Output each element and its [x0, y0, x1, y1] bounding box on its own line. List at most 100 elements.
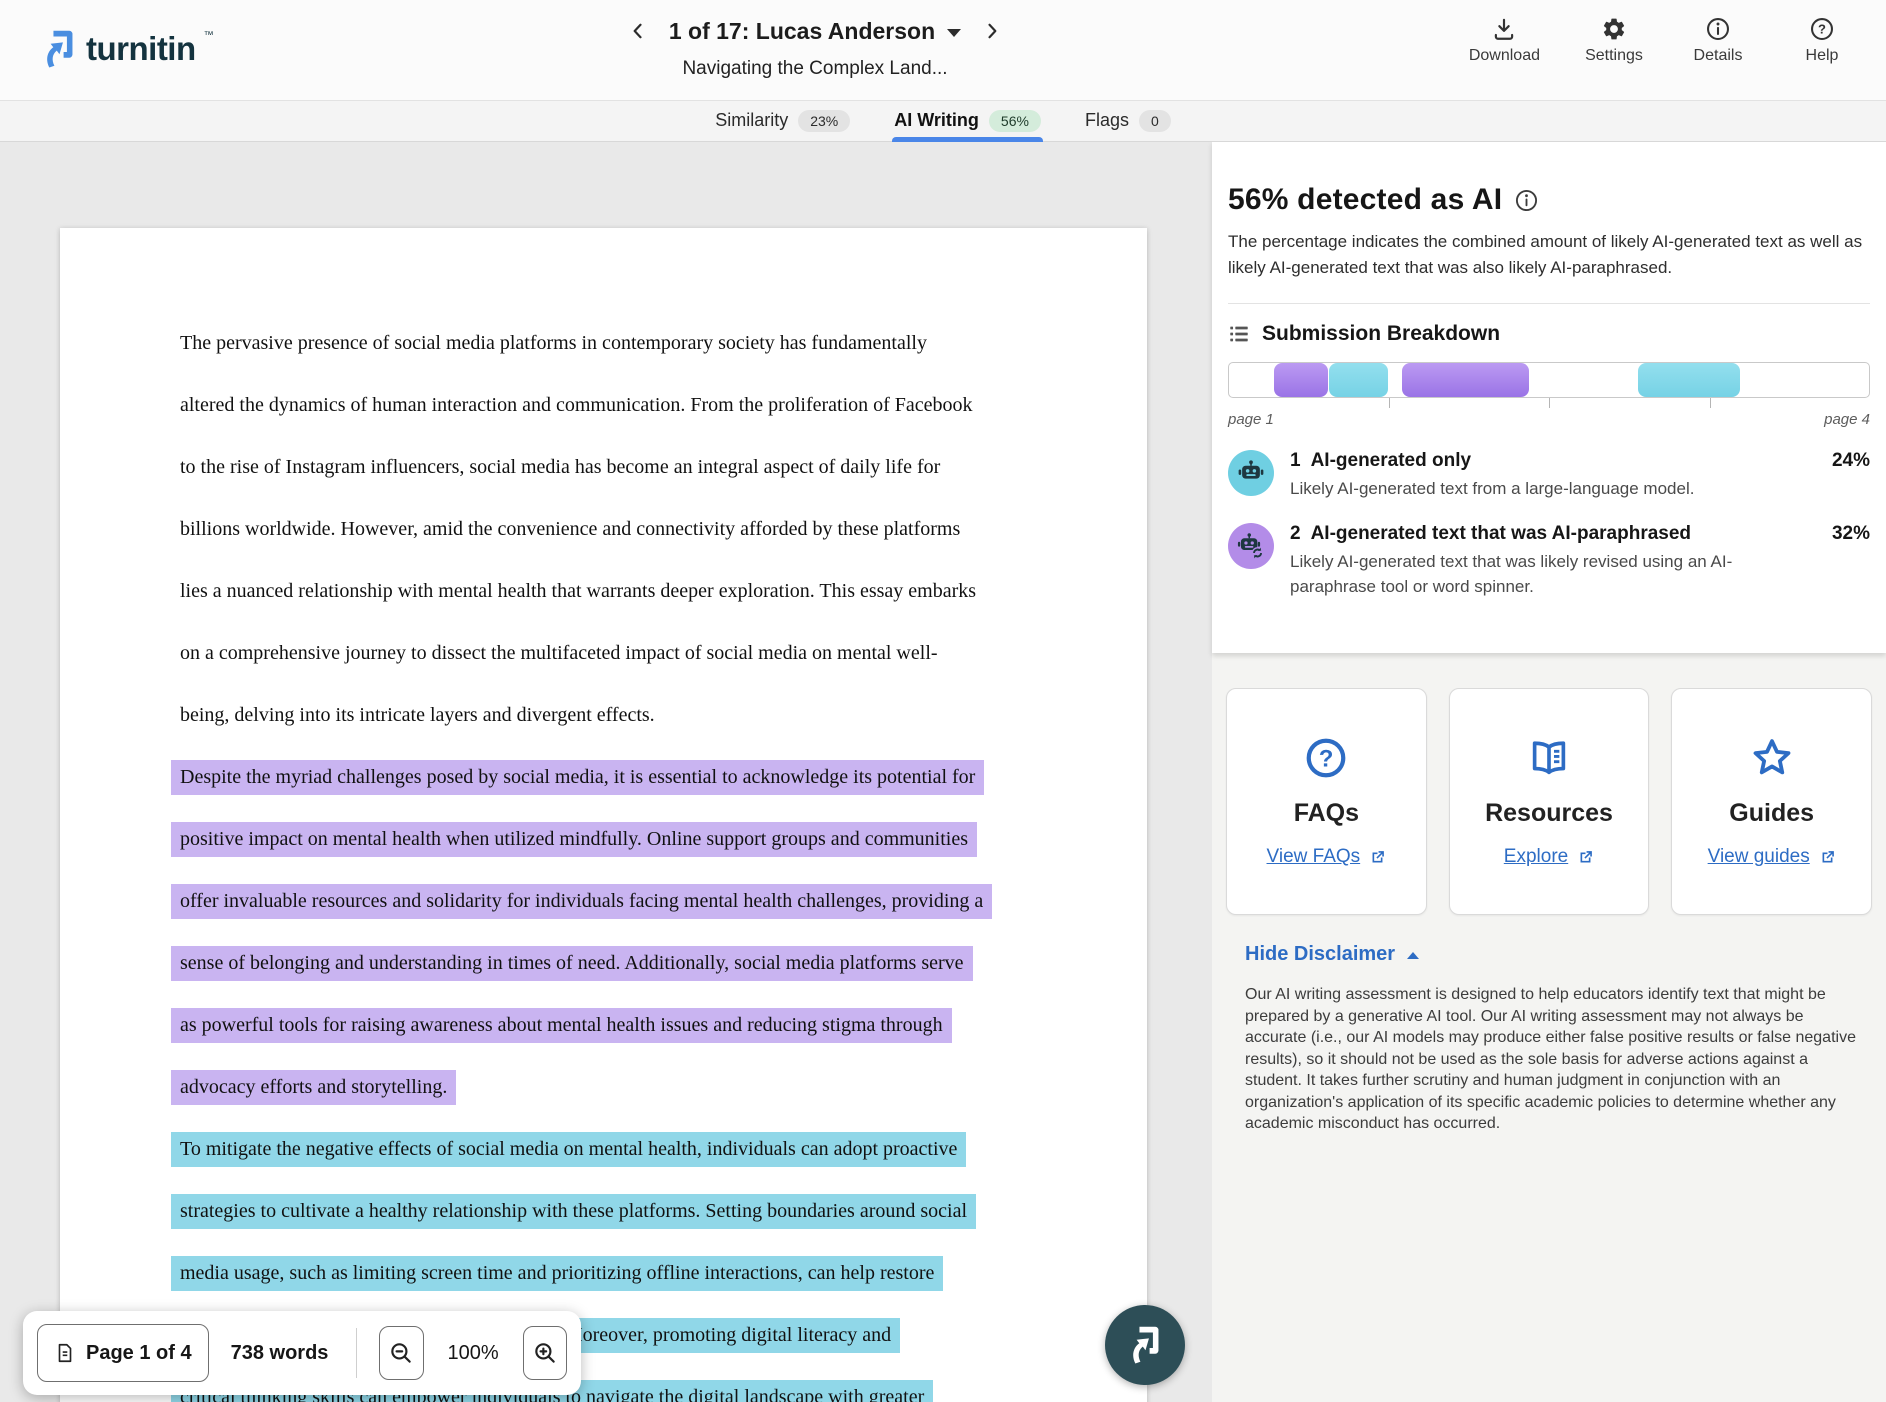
breakdown-item-percentage: 24% [1822, 450, 1870, 472]
tab-similarity-label: Similarity [715, 110, 788, 131]
turnitin-logo-icon [40, 28, 78, 70]
ai-highlighted-text-purple[interactable]: sense of belonging and understanding in … [171, 946, 973, 981]
document-text-block: The pervasive presence of social media p… [180, 312, 1100, 1402]
guides-card-title: Guides [1729, 799, 1814, 828]
tab-similarity[interactable]: Similarity 23% [713, 100, 852, 141]
details-button[interactable]: Details [1688, 16, 1748, 65]
report-tabbar: Similarity 23% AI Writing 56% Flags 0 [0, 100, 1886, 142]
document-line: lies a nuanced relationship with mental … [180, 560, 1100, 622]
ai-detection-title: 56% detected as AI [1228, 183, 1502, 217]
breakdown-bar-segment-purple[interactable] [1402, 363, 1529, 397]
download-button[interactable]: Download [1469, 16, 1540, 65]
ai-detection-card: 56% detected as AI The percentage indica… [1212, 141, 1886, 653]
document-line: positive impact on mental health when ut… [180, 808, 1100, 870]
gear-icon [1601, 16, 1627, 42]
page-start-label: page 1 [1228, 411, 1274, 428]
document-line: Despite the myriad challenges posed by s… [180, 746, 1100, 808]
page-indicator-button[interactable]: Page 1 of 4 [37, 1324, 209, 1382]
svg-text:?: ? [1319, 745, 1334, 772]
info-icon [1705, 16, 1731, 42]
ai-highlighted-text-cyan[interactable]: media usage, such as limiting screen tim… [171, 1256, 943, 1291]
document-line: billions worldwide. However, amid the co… [180, 498, 1100, 560]
document-viewer[interactable]: The pervasive presence of social media p… [0, 141, 1212, 1402]
ai-highlighted-text-cyan[interactable]: To mitigate the negative effects of soci… [171, 1132, 966, 1167]
zoom-in-button[interactable] [523, 1326, 567, 1380]
breakdown-item-title: AI-generated only [1311, 450, 1471, 472]
breakdown-item-ai-generated: 1 AI-generated only 24% Likely AI-genera… [1228, 450, 1870, 501]
flags-count-badge: 0 [1139, 110, 1171, 132]
question-circle-icon: ? [1303, 735, 1349, 781]
page-icon [54, 1342, 76, 1364]
page-tick [1710, 398, 1711, 408]
turnitin-logo[interactable]: turnitin ™ [40, 28, 214, 70]
breakdown-item-ai-paraphrased: 2 AI-generated text that was AI-paraphra… [1228, 523, 1870, 599]
turnitin-fab-button[interactable] [1105, 1305, 1185, 1385]
ai-highlighted-text-purple[interactable]: positive impact on mental health when ut… [171, 822, 977, 857]
explore-link[interactable]: Explore [1504, 846, 1594, 868]
zoom-level: 100% [448, 1342, 499, 1365]
divider [1228, 303, 1870, 304]
ai-highlighted-text-purple[interactable]: advocacy efforts and storytelling. [171, 1070, 456, 1105]
guides-card: Guides View guides [1671, 688, 1872, 915]
submission-title: Navigating the Complex Land... [580, 58, 1050, 80]
faqs-card: ? FAQs View FAQs [1226, 688, 1427, 915]
toolbar-divider [356, 1328, 357, 1378]
tab-flags-label: Flags [1085, 110, 1129, 131]
breakdown-bar-segment-cyan[interactable] [1638, 363, 1740, 397]
settings-label: Settings [1585, 47, 1643, 65]
submission-breakdown-title: Submission Breakdown [1262, 322, 1500, 346]
document-text: to the rise of Instagram influencers, so… [171, 450, 949, 485]
document-text: lies a nuanced relationship with mental … [171, 574, 985, 609]
document-text: being, delving into its intricate layers… [171, 698, 664, 733]
hide-disclaimer-toggle[interactable]: Hide Disclaimer [1245, 943, 1419, 966]
breakdown-bar-segment-cyan[interactable] [1329, 363, 1389, 397]
ai-highlighted-text-cyan[interactable]: strategies to cultivate a healthy relati… [171, 1194, 976, 1229]
document-line: advocacy efforts and storytelling. [180, 1056, 1100, 1118]
ai-highlighted-text-purple[interactable]: Despite the myriad challenges posed by s… [171, 760, 984, 795]
tab-flags[interactable]: Flags 0 [1083, 100, 1173, 141]
next-submission-button[interactable] [975, 14, 1009, 48]
breakdown-bar-segment-purple[interactable] [1274, 363, 1328, 397]
resource-cards: ? FAQs View FAQs Reso [1212, 688, 1886, 915]
document-line: sense of belonging and understanding in … [180, 932, 1100, 994]
explore-label: Explore [1504, 846, 1568, 868]
previous-submission-button[interactable] [621, 14, 655, 48]
document-line: as powerful tools for raising awareness … [180, 994, 1100, 1056]
ai-writing-panel: 56% detected as AI The percentage indica… [1212, 141, 1886, 1402]
tab-ai-writing-label: AI Writing [894, 110, 979, 131]
breakdown-item-title: AI-generated text that was AI-paraphrase… [1311, 523, 1691, 545]
help-button[interactable]: ? Help [1792, 16, 1852, 65]
robot-paraphrase-icon [1228, 523, 1274, 569]
view-faqs-link[interactable]: View FAQs [1267, 846, 1387, 868]
document-page: The pervasive presence of social media p… [60, 228, 1147, 1402]
resources-card-title: Resources [1485, 799, 1613, 828]
document-line: To mitigate the negative effects of soci… [180, 1118, 1100, 1180]
submission-selector[interactable]: 1 of 17: Lucas Anderson [669, 18, 961, 45]
settings-button[interactable]: Settings [1584, 16, 1644, 65]
turnitin-glyph-icon [1126, 1324, 1164, 1366]
view-guides-link[interactable]: View guides [1708, 846, 1836, 868]
document-line: strategies to cultivate a healthy relati… [180, 1180, 1100, 1242]
download-icon [1491, 16, 1517, 42]
page-tick [1549, 398, 1550, 408]
document-line: altered the dynamics of human interactio… [180, 374, 1100, 436]
tab-ai-writing[interactable]: AI Writing 56% [892, 100, 1043, 141]
view-faqs-label: View FAQs [1267, 846, 1361, 868]
document-text: billions worldwide. However, amid the co… [171, 512, 969, 547]
chevron-up-icon [1407, 952, 1419, 959]
document-line: on a comprehensive journey to dissect th… [180, 622, 1100, 684]
details-label: Details [1694, 47, 1743, 65]
ai-writing-score-badge: 56% [989, 110, 1041, 132]
zoom-out-button[interactable] [379, 1326, 423, 1380]
similarity-score-badge: 23% [798, 110, 850, 132]
page-indicator-label: Page 1 of 4 [86, 1342, 192, 1365]
ai-highlighted-text-purple[interactable]: as powerful tools for raising awareness … [171, 1008, 952, 1043]
zoom-out-icon [388, 1340, 414, 1366]
external-link-icon [1577, 849, 1594, 866]
ai-detection-info-button[interactable] [1514, 188, 1539, 213]
external-link-icon [1369, 849, 1386, 866]
ai-highlighted-text-purple[interactable]: offer invaluable resources and solidarit… [171, 884, 992, 919]
faqs-card-title: FAQs [1294, 799, 1359, 828]
robot-icon [1228, 450, 1274, 496]
submission-position: 1 of 17: Lucas Anderson [669, 18, 935, 45]
